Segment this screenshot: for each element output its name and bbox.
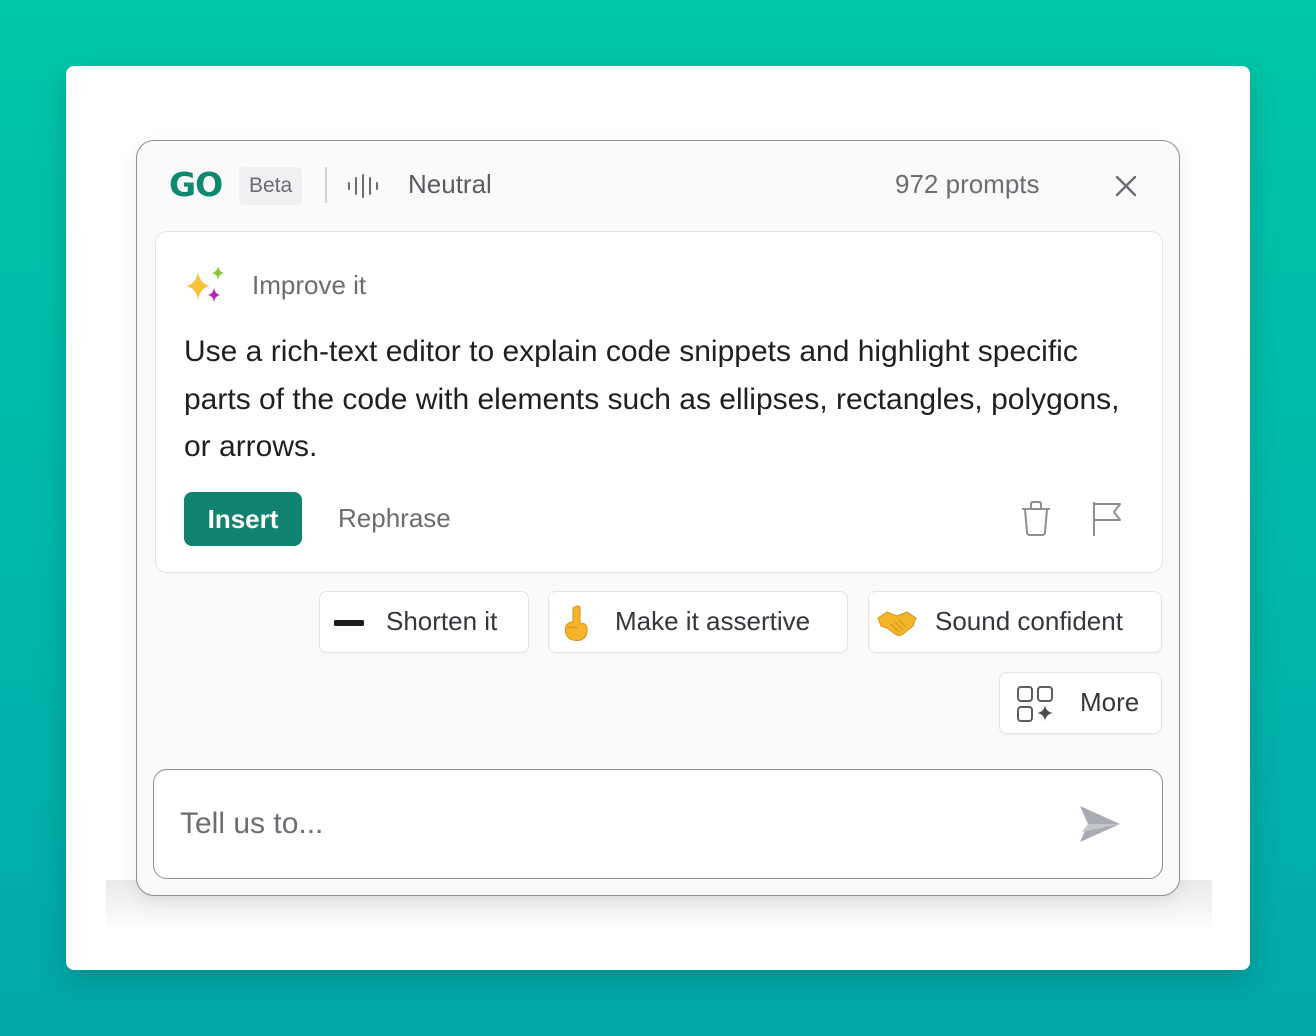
assistant-panel: GO Beta Neutral 972 prompts Improve it U… [136,140,1180,896]
rephrase-button[interactable]: Rephrase [338,503,451,534]
prompt-input-container [153,769,1163,879]
flag-icon[interactable] [1090,500,1124,538]
handshake-emoji-icon [877,611,917,636]
suggestion-text: Use a rich-text editor to explain code s… [184,335,1120,463]
sound-wave-icon[interactable] [347,174,379,198]
send-icon[interactable] [1078,802,1122,846]
prompt-count: 972 prompts [895,169,1040,199]
tone-selector[interactable]: Neutral [408,169,492,200]
chip-label: Make it assertive [615,606,811,636]
suggestion-card: Improve it Use a rich-text editor to exp… [155,231,1163,573]
pointing-up-emoji-icon [564,605,588,641]
chip-label: More [1080,687,1140,717]
grid-sparkle-icon [1017,686,1053,722]
trash-icon[interactable] [1020,500,1052,538]
prompt-input[interactable] [180,800,1040,848]
panel-header: GO Beta Neutral 972 prompts [137,141,1179,231]
beta-badge: Beta [239,167,303,205]
minus-icon [334,620,364,626]
sound-confident-chip[interactable]: Sound confident [868,591,1162,653]
more-chip[interactable]: More [999,672,1162,734]
close-icon[interactable] [1113,173,1139,199]
chip-label: Shorten it [386,606,498,636]
suggestion-title: Improve it [252,270,367,300]
chip-label: Sound confident [935,606,1123,636]
sparkles-icon [186,266,224,302]
make-it-assertive-chip[interactable]: Make it assertive [548,591,848,653]
insert-button[interactable]: Insert [184,492,302,546]
header-divider [325,167,327,203]
shorten-it-chip[interactable]: Shorten it [319,591,529,653]
go-logo: GO [169,165,223,204]
